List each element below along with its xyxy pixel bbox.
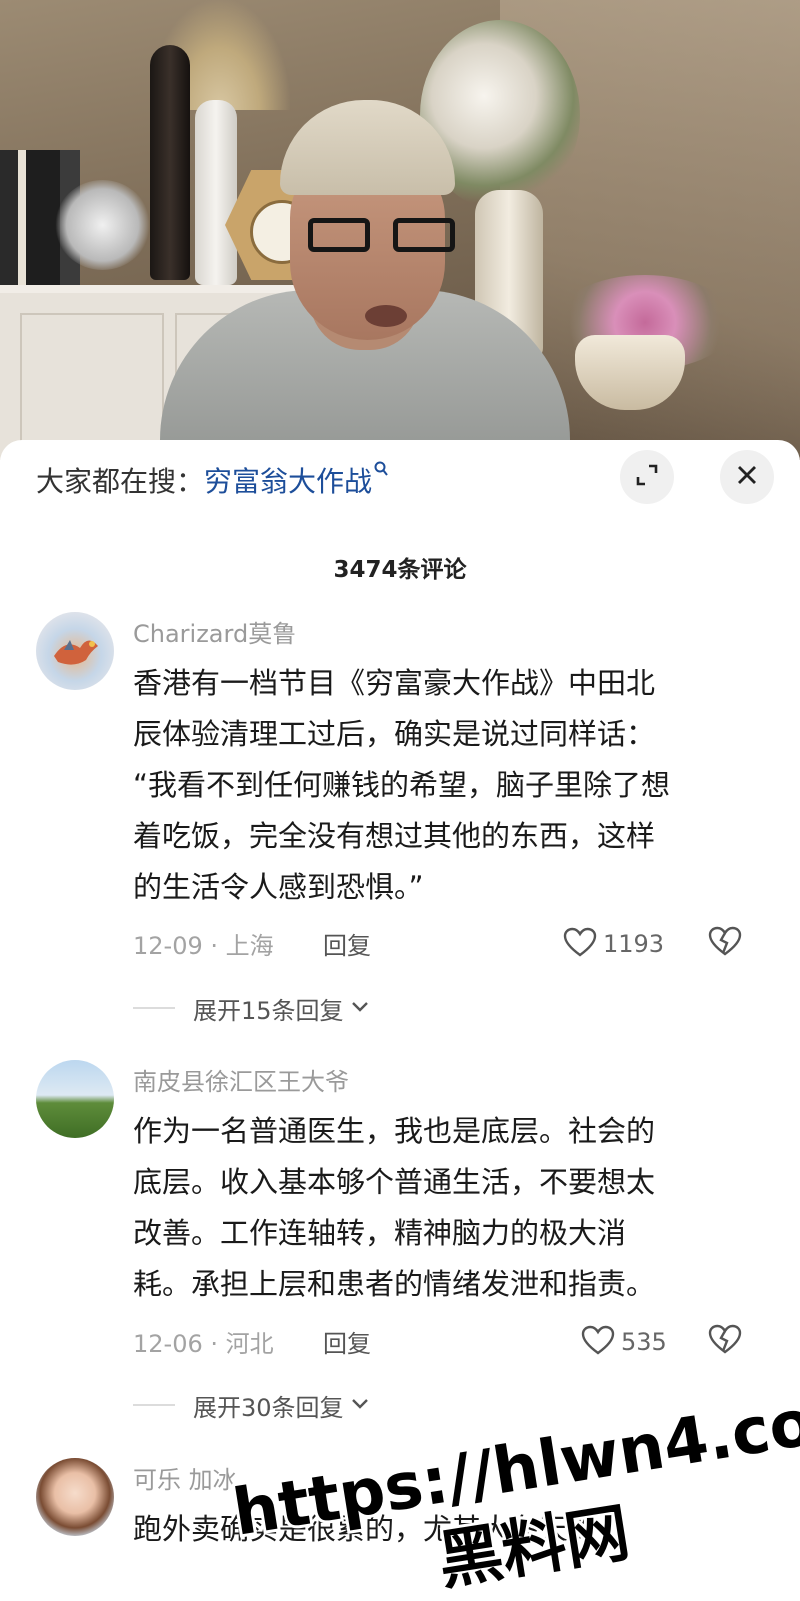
heart-icon bbox=[581, 1325, 615, 1359]
expand-replies-label: 展开15条回复 bbox=[193, 996, 344, 1025]
close-button[interactable] bbox=[720, 450, 774, 504]
comment-line: 跑外卖确实是很累的，尤其大冬天的 bbox=[133, 1512, 598, 1546]
comments-sheet: 大家都在搜： 穷富翁大作战 3474条评论 Charizard莫鲁 香港有一档节… bbox=[0, 440, 800, 1601]
comment-line: 耗。承担上层和患者的情绪发泄和指责。 bbox=[133, 1267, 656, 1301]
comment-count: 3474条评论 bbox=[333, 557, 467, 583]
chevron-down-icon bbox=[350, 1396, 370, 1415]
username[interactable]: 可乐 加冰 bbox=[133, 1460, 237, 1495]
comment-line: 辰体验清理工过后，确实是说过同样话： bbox=[133, 717, 656, 751]
comment-line: 着吃饭，完全没有想过其他的东西，这样 bbox=[133, 819, 656, 853]
chevron-down-icon bbox=[350, 999, 370, 1018]
glasses bbox=[308, 218, 463, 256]
date-location: 12-06 · 河北 bbox=[133, 1330, 274, 1358]
reply-button[interactable]: 回复 bbox=[323, 1324, 371, 1359]
avatar[interactable] bbox=[36, 1060, 114, 1138]
like-button[interactable]: 1193 bbox=[563, 924, 664, 964]
mouth bbox=[365, 305, 407, 327]
heart-icon bbox=[563, 927, 597, 961]
comment-text: 跑外卖确实是很累的，尤其大冬天的 bbox=[133, 1504, 753, 1555]
broken-heart-icon bbox=[708, 926, 742, 960]
comment-line: 底层。收入基本够个普通生活，不要想太 bbox=[133, 1165, 656, 1199]
close-icon bbox=[736, 464, 758, 490]
comment-line: 改善。工作连轴转，精神脑力的极大消 bbox=[133, 1216, 627, 1250]
like-count: 1193 bbox=[603, 930, 665, 958]
silver-ornament bbox=[55, 180, 150, 270]
like-button[interactable]: 535 bbox=[581, 1322, 667, 1362]
expand-replies-button[interactable]: 展开30条回复 bbox=[133, 1387, 370, 1423]
comment-line: 作为一名普通医生，我也是底层。社会的 bbox=[133, 1114, 656, 1148]
comment-meta: 12-06 · 河北 回复 535 bbox=[133, 1322, 763, 1362]
trending-search[interactable]: 大家都在搜： 穷富翁大作战 bbox=[36, 458, 390, 502]
divider bbox=[133, 1007, 175, 1009]
comment-line: 香港有一档节目《穷富豪大作战》中田北 bbox=[133, 666, 656, 700]
comment-text: 作为一名普通医生，我也是底层。社会的 底层。收入基本够个普通生活，不要想太 改善… bbox=[133, 1106, 753, 1310]
comment-meta: 12-09 · 上海 回复 1193 bbox=[133, 924, 763, 964]
cap bbox=[280, 100, 455, 195]
expand-replies-label: 展开30条回复 bbox=[193, 1393, 344, 1422]
username[interactable]: 南皮县徐汇区王大爷 bbox=[133, 1062, 349, 1097]
reply-button[interactable]: 回复 bbox=[323, 926, 371, 961]
comment-line: 的生活令人感到恐惧。” bbox=[133, 870, 424, 904]
trending-search-prefix: 大家都在搜： bbox=[36, 465, 205, 498]
comment-line: “我看不到任何赚钱的希望，脑子里除了想 bbox=[133, 768, 671, 802]
username[interactable]: Charizard莫鲁 bbox=[133, 614, 296, 649]
cabinet-door bbox=[20, 313, 164, 460]
comment-text: 香港有一档节目《穷富豪大作战》中田北 辰体验清理工过后，确实是说过同样话： “我… bbox=[133, 658, 753, 913]
expand-replies-button[interactable]: 展开15条回复 bbox=[133, 990, 370, 1026]
dislike-button[interactable] bbox=[708, 926, 742, 960]
divider bbox=[133, 1404, 175, 1406]
dislike-button[interactable] bbox=[708, 1324, 742, 1358]
expand-icon bbox=[634, 462, 660, 492]
expand-button[interactable] bbox=[620, 450, 674, 504]
video-player[interactable] bbox=[0, 0, 800, 460]
presenter bbox=[160, 60, 570, 460]
search-icon bbox=[374, 461, 390, 484]
avatar[interactable] bbox=[36, 1458, 114, 1536]
avatar[interactable] bbox=[36, 612, 114, 690]
date-location: 12-09 · 上海 bbox=[133, 932, 274, 960]
like-count: 535 bbox=[621, 1328, 667, 1356]
broken-heart-icon bbox=[708, 1324, 742, 1358]
trending-search-link[interactable]: 穷富翁大作战 bbox=[204, 460, 372, 500]
